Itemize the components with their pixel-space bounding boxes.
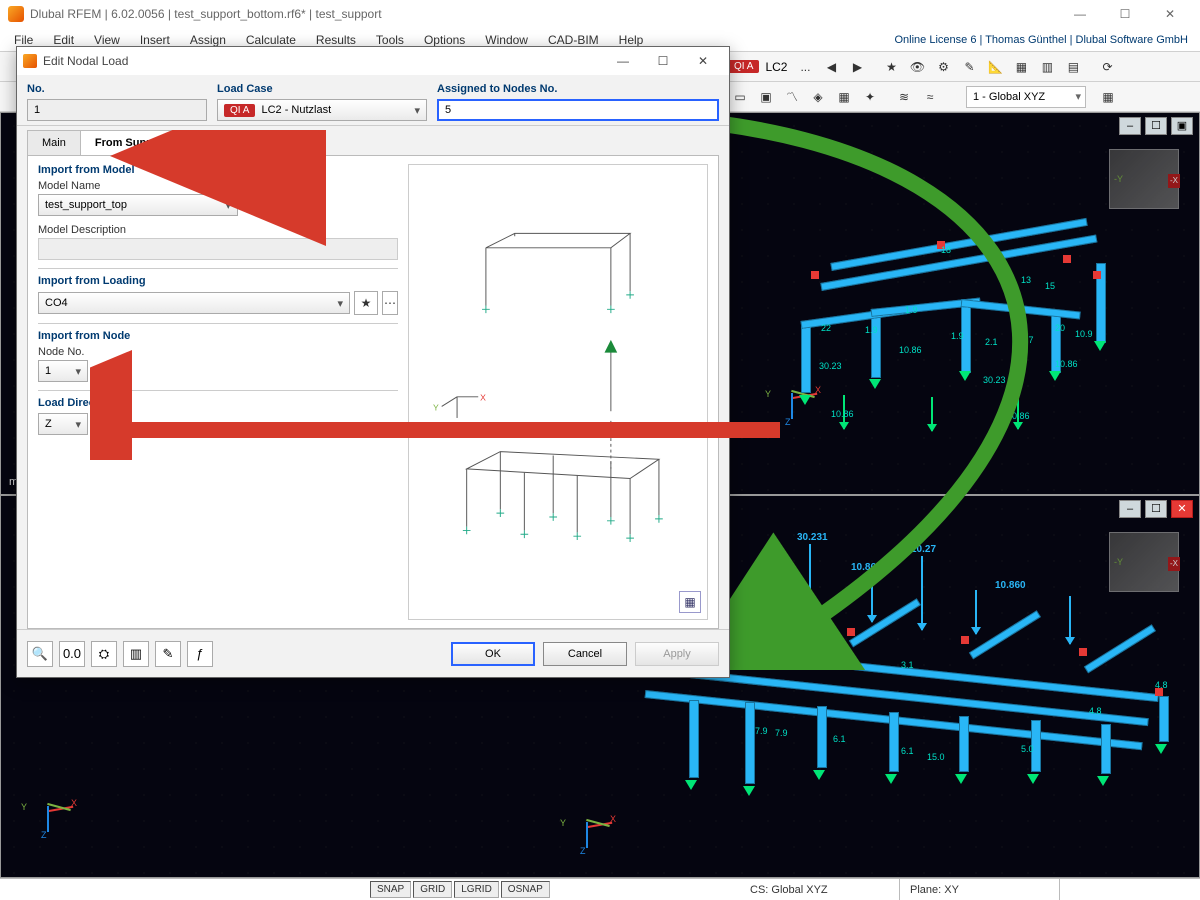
tool-icon[interactable]: ⛭: [91, 641, 117, 667]
dialog-maximize-button[interactable]: ☐: [643, 50, 683, 72]
dialog-titlebar[interactable]: Edit Nodal Load — ☐ ✕: [17, 47, 729, 75]
viewport-minimize-button[interactable]: –: [1119, 117, 1141, 135]
viewport-minimize-button[interactable]: –: [1119, 500, 1141, 518]
refresh-icon[interactable]: ⟳: [1095, 55, 1119, 79]
loading-pick-icon[interactable]: ★: [354, 291, 378, 315]
coord-system-select[interactable]: 1 - Global XYZ: [966, 86, 1086, 108]
section-import-model: Import from Model: [38, 164, 398, 176]
status-cs: CS: Global XYZ: [740, 879, 900, 900]
next-loadcase-button[interactable]: ▶: [845, 55, 869, 79]
grid-toggle[interactable]: GRID: [413, 881, 452, 898]
tool-icon[interactable]: ▣: [754, 85, 778, 109]
app-logo-icon: [8, 6, 24, 22]
loadcase-label: Load Case: [217, 83, 427, 95]
svg-text:Y: Y: [433, 402, 439, 412]
cancel-button[interactable]: Cancel: [543, 642, 627, 666]
grid-icon[interactable]: ▦: [1009, 55, 1033, 79]
navcube-y-label: -Y: [1114, 174, 1123, 184]
ok-button[interactable]: OK: [451, 642, 535, 666]
section-import-node: Import from Node: [38, 330, 398, 342]
window-maximize-button[interactable]: ☐: [1103, 2, 1147, 26]
model-desc-field: [38, 238, 398, 260]
filter-icon[interactable]: ★: [879, 55, 903, 79]
assigned-label: Assigned to Nodes No.: [437, 83, 719, 95]
svg-text:X: X: [480, 393, 486, 403]
status-plane: Plane: XY: [900, 879, 1060, 900]
viewport-close-button[interactable]: ✕: [1171, 500, 1193, 518]
tool-icon[interactable]: ▦: [832, 85, 856, 109]
tool-icon[interactable]: ⚙: [931, 55, 955, 79]
tab-from-support-reaction[interactable]: From Support Reaction: [80, 130, 232, 155]
units-icon[interactable]: 0.0: [59, 641, 85, 667]
apply-button[interactable]: Apply: [635, 642, 719, 666]
dialog-edit-nodal-load: Edit Nodal Load — ☐ ✕ No. Load Case QI A…: [16, 46, 730, 678]
section-import-loading: Import from Loading: [38, 275, 398, 287]
tool-icon[interactable]: 📐: [983, 55, 1007, 79]
node-no-select[interactable]: 1: [38, 360, 88, 382]
no-input[interactable]: [27, 99, 207, 121]
navcube-x-label: -X: [1168, 174, 1180, 188]
snap-toggle[interactable]: SNAP: [370, 881, 411, 898]
navcube-y-label: -Y: [1114, 557, 1123, 567]
navcube-x-label: -X: [1168, 557, 1180, 571]
tool-icon[interactable]: ▥: [123, 641, 149, 667]
dialog-close-button[interactable]: ✕: [683, 50, 723, 72]
model-desc-label: Model Description: [38, 224, 398, 236]
visibility-icon[interactable]: 👁: [905, 55, 929, 79]
assigned-nodes-input[interactable]: [437, 99, 719, 121]
tab-main[interactable]: Main: [27, 130, 81, 155]
osnap-toggle[interactable]: OSNAP: [501, 881, 550, 898]
no-label: No.: [27, 83, 207, 95]
layers-icon[interactable]: ▦: [1096, 85, 1120, 109]
loadcase-badge: QI A: [728, 60, 759, 73]
loadcase-text: LC2: [761, 60, 791, 74]
loading-expand-icon[interactable]: ⋯: [382, 291, 398, 315]
tool-icon[interactable]: ▤: [1061, 55, 1085, 79]
tool-icon[interactable]: ✦: [858, 85, 882, 109]
tool-icon[interactable]: ≋: [892, 85, 916, 109]
viewport-maximize-button[interactable]: ☐: [1145, 500, 1167, 518]
viewport-restore-button[interactable]: ▣: [1171, 117, 1193, 135]
loadcase-dropdown-button[interactable]: ...: [793, 55, 817, 79]
window-close-button[interactable]: ✕: [1148, 2, 1192, 26]
model-name-label: Model Name: [38, 180, 398, 192]
loading-select[interactable]: CO4: [38, 292, 350, 314]
tool-icon[interactable]: ▥: [1035, 55, 1059, 79]
tool-icon[interactable]: ▭: [728, 85, 752, 109]
status-bar: SNAP GRID LGRID OSNAP CS: Global XYZ Pla…: [0, 878, 1200, 900]
viewport-maximize-button[interactable]: ☐: [1145, 117, 1167, 135]
dialog-preview: X Y Z ▦: [408, 164, 708, 620]
dialog-title-text: Edit Nodal Load: [43, 54, 128, 68]
tool-icon[interactable]: ◈: [806, 85, 830, 109]
window-minimize-button[interactable]: —: [1058, 2, 1102, 26]
chart-icon[interactable]: 〽: [780, 85, 804, 109]
navcube[interactable]: -Y -X: [1109, 532, 1179, 592]
window-title: Dlubal RFEM | 6.02.0056 | test_support_b…: [30, 7, 382, 21]
script-icon[interactable]: ƒ: [187, 641, 213, 667]
dialog-icon: [23, 54, 37, 68]
node-no-label: Node No.: [38, 346, 398, 358]
tool-icon[interactable]: ≈: [918, 85, 942, 109]
svg-text:Z: Z: [450, 421, 456, 431]
section-load-direction: Load Direction: [38, 397, 398, 409]
loadcase-select[interactable]: QI A LC2 - Nutzlast: [217, 99, 427, 121]
model-name-select[interactable]: test_support_top: [38, 194, 238, 216]
load-direction-select[interactable]: Z: [38, 413, 88, 435]
tool-icon[interactable]: ✎: [957, 55, 981, 79]
tool-icon[interactable]: ✎: [155, 641, 181, 667]
dialog-tabs: Main From Support Reaction: [17, 125, 729, 155]
help-icon[interactable]: 🔍: [27, 641, 53, 667]
prev-loadcase-button[interactable]: ◀: [819, 55, 843, 79]
lgrid-toggle[interactable]: LGRID: [454, 881, 499, 898]
window-titlebar: Dlubal RFEM | 6.02.0056 | test_support_b…: [0, 0, 1200, 28]
preview-settings-icon[interactable]: ▦: [679, 591, 701, 613]
dialog-minimize-button[interactable]: —: [603, 50, 643, 72]
navcube[interactable]: -Y -X: [1109, 149, 1179, 209]
license-info: Online License 6 | Thomas Günthel | Dlub…: [895, 34, 1197, 46]
